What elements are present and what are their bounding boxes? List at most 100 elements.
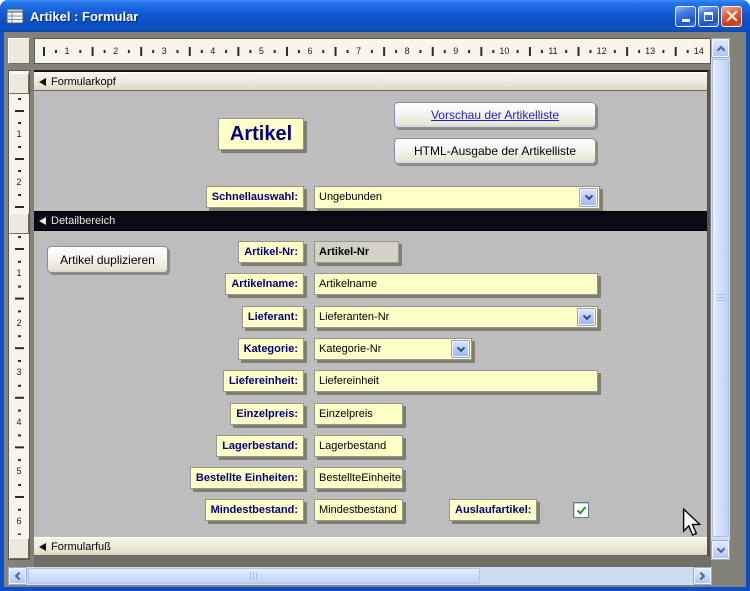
titlebar: Artikel : Formular [0,0,750,32]
horizontal-scrollbar[interactable] [8,567,712,585]
vertical-ruler: 12 123456 [8,70,30,560]
ruler-number: 10 [498,46,510,56]
ruler-origin-box[interactable] [8,38,30,64]
einzelpreis-field[interactable]: Einzelpreis [314,403,403,425]
section-arrow-icon [39,543,46,551]
chevron-down-icon [716,544,724,552]
close-button[interactable] [721,6,742,27]
ruler-number: 13 [644,46,656,56]
window-title: Artikel : Formular [30,9,138,24]
ruler-number: 1 [63,46,70,56]
form-detail-body: Artikel duplizieren Artikel-Nr: Artikel-… [34,231,707,537]
artikel-nr-field[interactable]: Artikel-Nr [314,241,399,263]
liefereinheit-label[interactable]: Liefereinheit: [223,370,304,392]
vertical-ruler-header-ticks: 12 [9,95,29,211]
artikelname-field[interactable]: Artikelname [314,273,598,295]
artikelname-label[interactable]: Artikelname: [225,273,304,295]
window-controls [675,6,742,27]
ruler-number: 3 [15,367,22,377]
section-bar-formularfuss[interactable]: Formularfuß [34,537,707,556]
access-form-window: Artikel : Formular 1234567891011121314 1… [0,0,750,591]
designer-client-area: 1234567891011121314 12 123456 Formularko… [4,32,746,587]
close-icon [726,10,738,22]
artikel-duplizieren-button[interactable]: Artikel duplizieren [47,246,168,273]
bestellte-einheiten-label[interactable]: Bestellte Einheiten: [190,467,304,489]
form-icon [6,8,24,24]
liefereinheit-field[interactable]: Liefereinheit [314,370,598,392]
vertical-ruler-detail-ticks: 123456 [9,235,29,535]
section-footer-label: Formularfuß [51,541,111,553]
ruler-number: 2 [15,318,22,328]
scroll-left-button[interactable] [8,567,27,585]
ruler-number: 7 [355,46,362,56]
ruler-number: 4 [209,46,216,56]
chevron-left-icon [15,572,23,580]
checkmark-icon [576,504,586,514]
thumb-grip [716,294,725,302]
html-ausgabe-button[interactable]: HTML-Ausgabe der Artikelliste [394,138,596,164]
section-selector-header[interactable] [9,73,29,94]
ruler-number: 6 [15,516,22,526]
ruler-number: 8 [404,46,411,56]
kategorie-combo[interactable]: Kategorie-Nr [314,338,472,360]
mindestbestand-label[interactable]: Mindestbestand: [205,499,304,521]
lieferant-combo[interactable]: Lieferanten-Nr [314,306,598,328]
ruler-number: 5 [15,466,22,476]
preview-artikelliste-button[interactable]: Vorschau der Artikelliste [394,102,596,128]
form-header-body: Artikel Vorschau der Artikelliste HTML-A… [34,91,707,211]
auslaufartikel-label[interactable]: Auslaufartikel: [449,499,537,521]
kategorie-label[interactable]: Kategorie: [238,338,304,360]
vertical-scrollbar[interactable] [711,38,730,560]
chevron-right-icon [697,572,705,580]
vertical-scroll-thumb[interactable] [712,59,729,537]
artikel-nr-label[interactable]: Artikel-Nr: [238,241,304,263]
chevron-down-icon [582,311,590,319]
minimize-icon [682,19,690,22]
maximize-button[interactable] [698,6,719,27]
minimize-button[interactable] [675,6,696,27]
artikel-title-label[interactable]: Artikel [218,118,304,150]
section-detail-label: Detailbereich [51,215,115,227]
form-design-surface: Formularkopf Artikel Vorschau der Artike… [34,70,710,556]
ruler-number: 2 [15,177,22,187]
section-selector-detail[interactable] [9,213,29,234]
scroll-up-button[interactable] [711,38,730,58]
maximize-icon [704,12,713,21]
ruler-number: 2 [112,46,119,56]
schnellauswahl-combo[interactable]: Ungebunden [314,186,600,209]
screenshot-stage: Artikel : Formular 1234567891011121314 1… [0,0,750,591]
dropdown-button[interactable] [451,340,470,358]
bestellte-einheiten-field[interactable]: BestellteEinheiten [314,467,403,489]
lieferant-label[interactable]: Lieferant: [242,306,304,328]
scroll-right-button[interactable] [693,567,712,585]
surface-bottom-edge [34,556,711,567]
chevron-down-icon [456,343,464,351]
section-arrow-icon [39,78,46,86]
horizontal-ruler: 1234567891011121314 [34,38,711,64]
auslaufartikel-checkbox[interactable] [573,502,589,518]
mindestbestand-field[interactable]: Mindestbestand [314,499,403,521]
combo-value: Kategorie-Nr [319,343,381,355]
combo-value: Ungebunden [319,191,382,203]
ruler-number: 5 [258,46,265,56]
section-header-label: Formularkopf [51,76,116,88]
ruler-number: 4 [15,417,22,427]
ruler-number: 11 [547,46,558,56]
ruler-number: 1 [15,129,22,139]
section-bar-detailbereich[interactable]: Detailbereich [34,211,707,231]
lagerbestand-label[interactable]: Lagerbestand: [216,435,304,457]
dropdown-button[interactable] [577,308,596,326]
horizontal-scroll-thumb[interactable] [28,568,480,584]
section-bar-formularkopf[interactable]: Formularkopf [34,72,707,91]
ruler-number: 3 [161,46,168,56]
schnellauswahl-label[interactable]: Schnellauswahl: [206,186,304,208]
ruler-number: 6 [306,46,313,56]
section-selector-footer[interactable] [9,538,29,559]
section-arrow-icon [39,217,46,225]
combo-value: Lieferanten-Nr [319,311,389,323]
scroll-down-button[interactable] [711,540,730,560]
lagerbestand-field[interactable]: Lagerbestand [314,435,403,457]
ruler-number: 9 [452,46,459,56]
dropdown-button[interactable] [579,188,598,207]
einzelpreis-label[interactable]: Einzelpreis: [230,403,304,425]
